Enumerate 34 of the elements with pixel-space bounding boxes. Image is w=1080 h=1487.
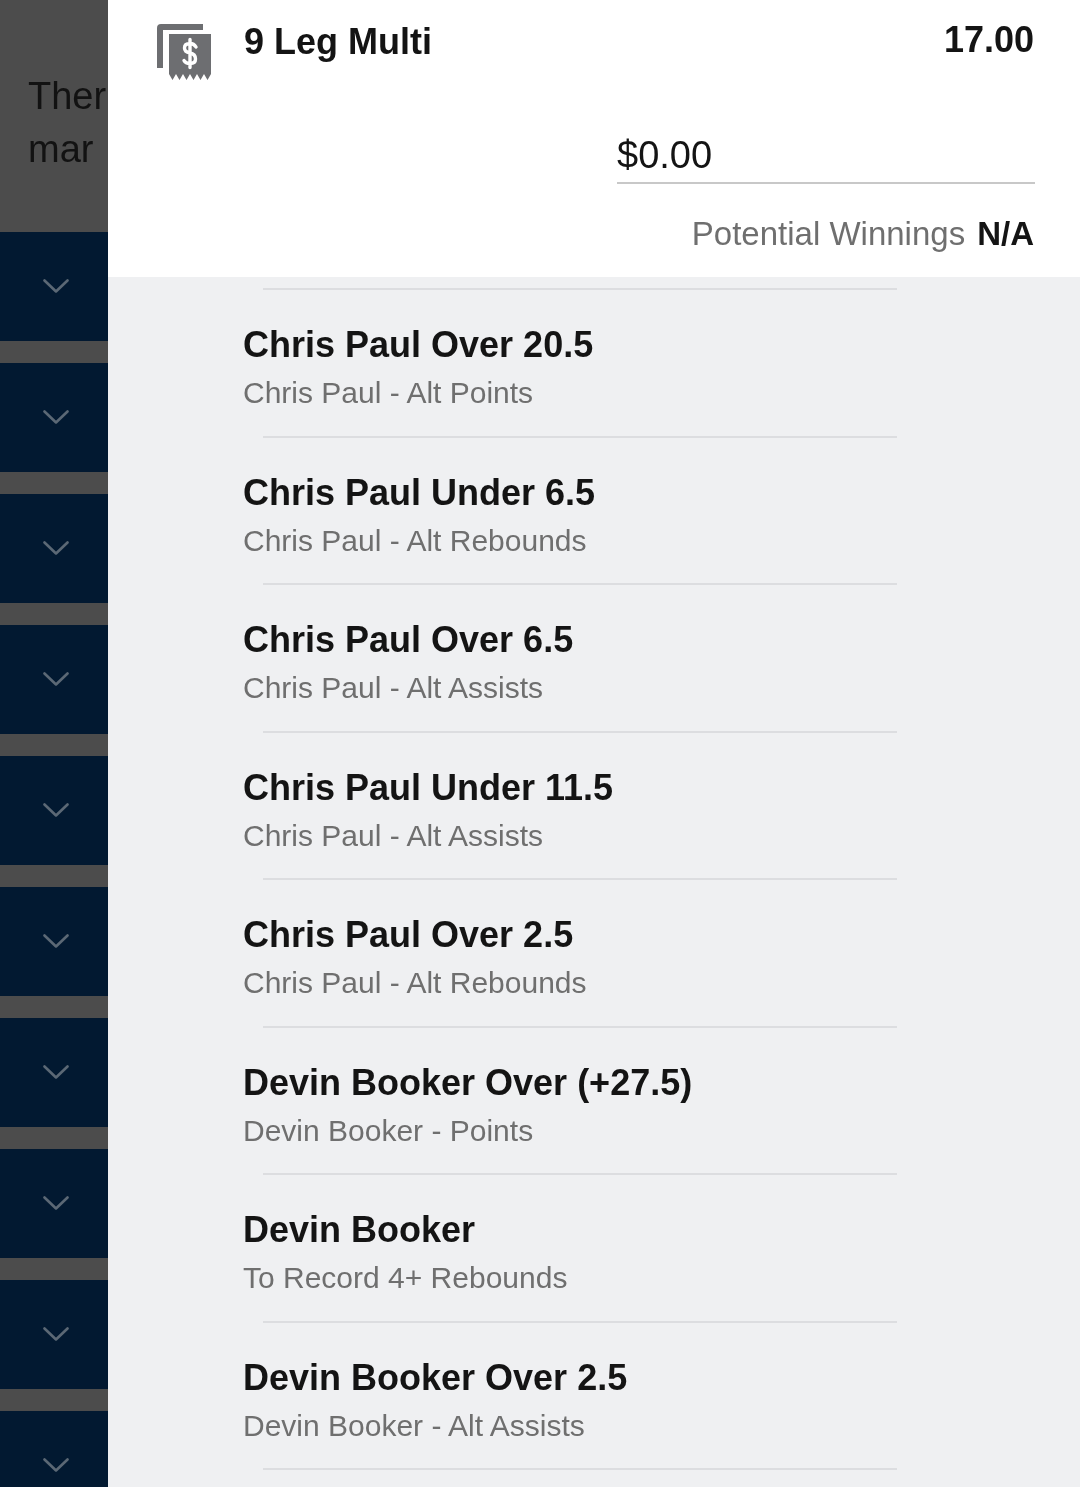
- leg-market: Chris Paul - Alt Points: [243, 375, 534, 411]
- notice-text: Ther: [28, 74, 107, 119]
- leg-selection: Devin Booker Over 2.5: [243, 1355, 628, 1400]
- accordion-header[interactable]: [0, 494, 108, 603]
- leg-selection: Devin Booker: [243, 1208, 476, 1252]
- bet-title: 9 Leg Multi: [244, 20, 432, 64]
- odds-value: 17.00: [943, 18, 1034, 62]
- leg-selection: Chris Paul Over 2.5: [243, 913, 574, 957]
- accordion-header[interactable]: [0, 1280, 108, 1389]
- leg-market: Devin Booker - Alt Assists: [243, 1407, 585, 1444]
- accordion-header[interactable]: [0, 887, 108, 996]
- leg-selection: Chris Paul Over 6.5: [243, 618, 574, 662]
- accordion-header[interactable]: [0, 363, 108, 472]
- accordion-header[interactable]: [0, 1149, 108, 1258]
- leg-market: Chris Paul - Alt Rebounds: [243, 965, 587, 1001]
- leg-market: To Record 4+ Rebounds: [243, 1260, 568, 1296]
- leg-selection: Devin Booker Over (+27.5): [243, 1060, 693, 1105]
- leg-market: Chris Paul - Alt Assists: [243, 817, 544, 854]
- potential-winnings-value: N/A: [977, 214, 1034, 254]
- stake-input[interactable]: $0.00: [617, 128, 1035, 184]
- accordion-header[interactable]: [0, 1411, 108, 1487]
- leg-market: Chris Paul - Alt Assists: [243, 670, 544, 706]
- receipt-dollar-icon: [157, 22, 211, 80]
- leg-market: Devin Booker - Points: [243, 1112, 534, 1149]
- potential-winnings-label: Potential Winnings: [691, 214, 966, 254]
- accordion-header[interactable]: [0, 1018, 108, 1127]
- accordion-header[interactable]: [0, 232, 108, 341]
- leg-selection: Chris Paul Under 11.5: [243, 765, 614, 810]
- accordion-header[interactable]: [0, 625, 108, 734]
- leg-selection: Chris Paul Over 20.5: [243, 323, 594, 367]
- notice-text: mar: [28, 127, 94, 172]
- accordion-header[interactable]: [0, 756, 108, 865]
- leg-market: Chris Paul - Alt Rebounds: [243, 522, 587, 559]
- leg-selection: Chris Paul Under 6.5: [243, 470, 596, 515]
